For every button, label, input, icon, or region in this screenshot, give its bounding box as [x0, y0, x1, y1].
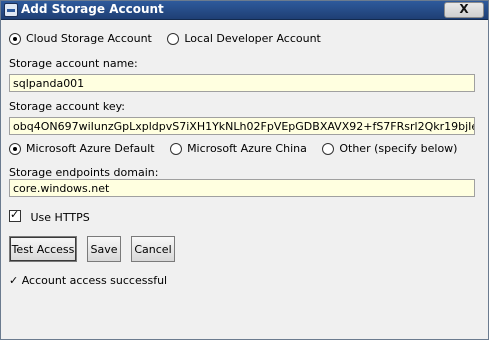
window-title: Add Storage Account: [21, 2, 164, 16]
radio-cloud-storage-account-label: Cloud Storage Account: [26, 32, 152, 45]
close-button[interactable]: X: [444, 2, 484, 18]
status-message: ✓ Account access successful: [9, 274, 168, 287]
radio-cloud-storage-account[interactable]: Cloud Storage Account: [9, 32, 152, 45]
account-type-radios: Cloud Storage Account Local Developer Ac…: [9, 32, 333, 48]
cancel-button[interactable]: Cancel: [131, 236, 175, 262]
storage-account-key-label: Storage account key:: [9, 100, 126, 113]
radio-local-developer-account-indicator[interactable]: [167, 32, 180, 45]
storage-endpoints-domain-label: Storage endpoints domain:: [9, 166, 159, 179]
radio-azure-china[interactable]: Microsoft Azure China: [170, 142, 307, 155]
save-button[interactable]: Save: [87, 236, 121, 262]
radio-local-developer-account-label: Local Developer Account: [184, 32, 321, 45]
test-access-button[interactable]: Test Access: [9, 236, 77, 262]
azure-environment-radios: Microsoft Azure Default Microsoft Azure …: [9, 142, 469, 158]
radio-other[interactable]: Other (specify below): [322, 142, 457, 155]
storage-account-key-input[interactable]: obq4ON697wiIunzGpLxpldpvS7iXH1YkNLh02FpV…: [9, 117, 475, 135]
close-icon: X: [459, 2, 469, 16]
storage-app-icon: [4, 3, 18, 17]
radio-other-label: Other (specify below): [339, 142, 458, 155]
add-storage-account-window: Add Storage Account X Cloud Storage Acco…: [0, 0, 489, 340]
storage-account-name-input[interactable]: sqlpanda001: [9, 74, 475, 92]
radio-azure-default-label: Microsoft Azure Default: [26, 142, 155, 155]
radio-azure-default-indicator[interactable]: [9, 142, 21, 155]
radio-azure-china-label: Microsoft Azure China: [187, 142, 307, 155]
radio-cloud-storage-account-indicator[interactable]: [9, 32, 21, 45]
use-https-label: Use HTTPS: [30, 211, 90, 224]
storage-account-name-label: Storage account name:: [9, 57, 138, 70]
use-https-checkbox[interactable]: [9, 208, 21, 222]
storage-endpoints-domain-input[interactable]: core.windows.net: [9, 179, 475, 197]
use-https-option[interactable]: Use HTTPS: [9, 208, 90, 224]
radio-azure-china-indicator[interactable]: [170, 142, 183, 155]
radio-other-indicator[interactable]: [322, 142, 335, 155]
radio-azure-default[interactable]: Microsoft Azure Default: [9, 142, 155, 155]
title-bar: Add Storage Account X: [1, 1, 488, 20]
radio-local-developer-account[interactable]: Local Developer Account: [167, 32, 321, 45]
